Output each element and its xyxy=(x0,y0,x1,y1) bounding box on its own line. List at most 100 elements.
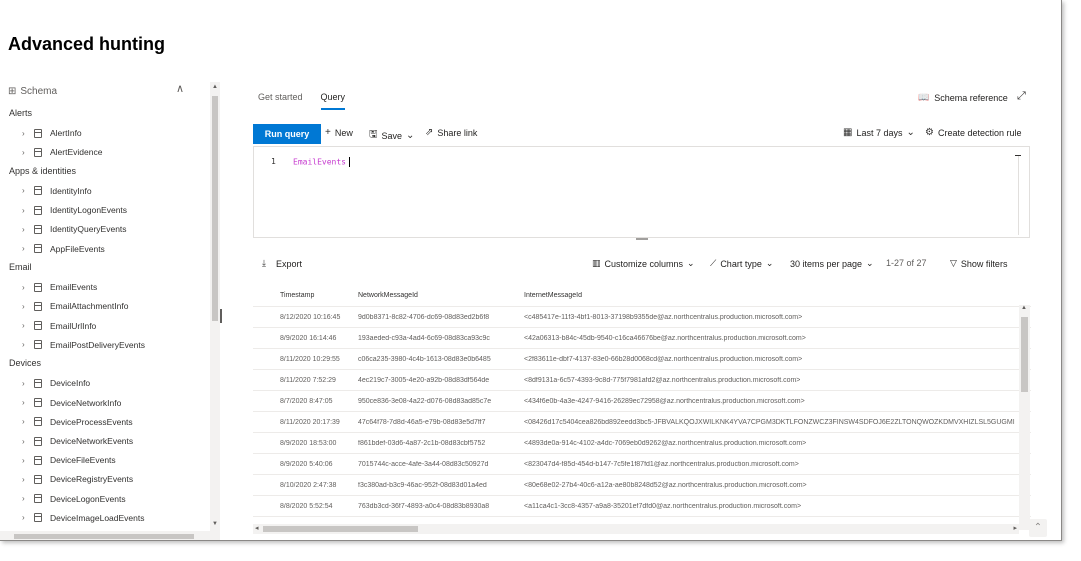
sidebar-scrollbar[interactable]: ▲ ▼ xyxy=(210,82,220,540)
cell-timestamp: 8/10/2020 2:47:38 xyxy=(280,481,337,489)
schema-group-label: Apps & identities xyxy=(9,165,77,176)
schema-table-name: DeviceFileEvents xyxy=(50,455,116,466)
scrollbar-thumb[interactable] xyxy=(1021,317,1028,392)
schema-table-item[interactable]: › DeviceRegistryEvents xyxy=(0,470,210,489)
time-range-dropdown[interactable]: ▦ Last 7 days ⌄ xyxy=(843,127,915,138)
schema-table-item[interactable]: › DeviceFileEvents xyxy=(0,451,210,470)
schema-table-item[interactable]: › DeviceImageLoadEvents xyxy=(0,508,210,527)
grid-horizontal-scrollbar[interactable]: ◂ ▸ xyxy=(253,524,1019,534)
table-row[interactable]: 8/7/2020 8:47:05 950ce836-3e08-4a22-d076-… xyxy=(253,391,1031,412)
scroll-up-icon[interactable]: ▲ xyxy=(1021,305,1027,311)
chevron-right-icon[interactable]: › xyxy=(22,186,32,195)
scroll-left-icon[interactable]: ◂ xyxy=(255,524,259,532)
chevron-right-icon[interactable]: › xyxy=(22,437,32,446)
chevron-up-icon[interactable]: ∧ xyxy=(176,82,184,95)
schema-table-item[interactable]: › IdentityLogonEvents xyxy=(0,201,210,220)
pane-splitter[interactable] xyxy=(220,309,222,323)
scroll-up-icon[interactable]: ▲ xyxy=(212,84,218,90)
scroll-right-icon[interactable]: ▸ xyxy=(1013,524,1017,532)
chevron-down-icon: ⌄ xyxy=(687,258,695,268)
run-query-button[interactable]: Run query xyxy=(253,124,321,144)
tab-query[interactable]: Query xyxy=(320,92,346,110)
items-per-page-dropdown[interactable]: 30 items per page ⌄ xyxy=(790,258,874,269)
chevron-down-icon: ⌄ xyxy=(866,258,874,268)
chevron-right-icon[interactable]: › xyxy=(22,456,32,465)
table-row[interactable]: 8/12/2020 10:16:45 9d0b8371-8c82-4706-dc6… xyxy=(253,307,1031,328)
schema-table-item[interactable]: › DeviceNetworkEvents xyxy=(0,431,210,450)
chevron-right-icon[interactable]: › xyxy=(22,398,32,407)
schema-reference-button[interactable]: 📖 Schema reference xyxy=(918,92,1008,103)
schema-table-item[interactable]: › DeviceNetworkInfo xyxy=(0,393,210,412)
create-detection-rule-button[interactable]: ⚙ Create detection rule xyxy=(925,127,1022,138)
table-row[interactable]: 8/8/2020 5:52:54 763db3cd-36f7-4893-a0c4-… xyxy=(253,496,1031,517)
scroll-down-icon[interactable]: ▼ xyxy=(212,521,218,527)
editor-scrollbar[interactable] xyxy=(1015,155,1021,235)
chevron-right-icon[interactable]: › xyxy=(22,148,32,157)
schema-table-item[interactable]: › IdentityInfo xyxy=(0,181,210,200)
export-button[interactable]: ⤓ Export xyxy=(262,258,302,269)
schema-table-item[interactable]: › DeviceLogonEvents xyxy=(0,489,210,508)
cell-network-message-id: f3c380ad-b3c9-46ac-952f-08d83d01a4ed xyxy=(358,481,487,489)
show-filters-button[interactable]: ▽ Show filters xyxy=(950,258,1007,269)
chevron-right-icon[interactable]: › xyxy=(22,379,32,388)
create-rule-label: Create detection rule xyxy=(937,127,1022,138)
chevron-right-icon[interactable]: › xyxy=(22,283,32,292)
column-header-internet-message-id[interactable]: InternetMessageId xyxy=(517,292,1031,299)
chevron-right-icon[interactable]: › xyxy=(22,417,32,426)
schema-table-item[interactable]: › AppFileEvents xyxy=(0,239,210,258)
table-row[interactable]: 8/11/2020 20:17:39 47c64f78-7d8d-46a5-e79… xyxy=(253,412,1031,433)
table-row[interactable]: 8/11/2020 10:29:55 c06ca235-3980-4c4b-161… xyxy=(253,349,1031,370)
share-link-button[interactable]: ⇗ Share link xyxy=(425,127,477,138)
chevron-right-icon[interactable]: › xyxy=(22,475,32,484)
chart-type-dropdown[interactable]: ⟋ Chart type ⌄ xyxy=(710,258,773,269)
schema-table-item[interactable]: › EmailUrlInfo xyxy=(0,316,210,335)
chevron-right-icon[interactable]: › xyxy=(22,225,32,234)
chevron-right-icon[interactable]: › xyxy=(22,494,32,503)
column-header-network-message-id[interactable]: NetworkMessageId xyxy=(358,292,517,299)
scrollbar-thumb[interactable] xyxy=(212,96,218,321)
grid-vertical-scrollbar[interactable]: ▲ xyxy=(1019,305,1030,530)
editor-resize-handle[interactable] xyxy=(636,238,648,240)
schema-table-item[interactable]: › EmailPostDeliveryEvents xyxy=(0,335,210,354)
table-row[interactable]: 8/11/2020 7:52:29 4ec219c7-3005-4e20-a92b… xyxy=(253,370,1031,391)
chevron-right-icon[interactable]: › xyxy=(22,321,32,330)
tab-get-started[interactable]: Get started xyxy=(258,92,303,110)
cell-network-message-id: 9d0b8371-8c82-4706-dc69-08d83ed2b6f8 xyxy=(358,313,490,321)
save-button[interactable]: 🖫 Save ⌄ xyxy=(369,127,414,144)
column-header-timestamp[interactable]: Timestamp xyxy=(253,292,358,299)
schema-table-item[interactable]: › DeviceProcessEvents xyxy=(0,412,210,431)
schema-table-item[interactable]: › EmailEvents xyxy=(0,278,210,297)
schema-table-item[interactable]: › IdentityQueryEvents xyxy=(0,220,210,239)
chevron-right-icon[interactable]: › xyxy=(22,206,32,215)
chevron-right-icon[interactable]: › xyxy=(22,513,32,522)
schema-table-item[interactable]: › AlertInfo xyxy=(0,124,210,143)
scroll-to-top-icon[interactable]: ⌃ xyxy=(1029,519,1047,537)
cell-internet-message-id: <434f6e0b-4a3e-4247-9416-26289ec72958@az… xyxy=(524,397,805,405)
table-icon xyxy=(34,301,42,311)
table-row[interactable]: 8/9/2020 16:14:46 193aeded-c93a-4ad4-6c69… xyxy=(253,328,1031,349)
schema-table-item[interactable]: › EmailAttachmentInfo xyxy=(0,297,210,316)
table-row[interactable]: 8/10/2020 2:47:38 f3c380ad-b3c9-46ac-952f… xyxy=(253,475,1031,496)
table-row[interactable]: 8/9/2020 5:40:06 7015744c-acce-4afe-3a44-… xyxy=(253,454,1031,475)
schema-table-item[interactable]: › DeviceInfo xyxy=(0,374,210,393)
table-row[interactable]: 8/9/2020 18:53:00 f861bdef-03d6-4a87-2c1b… xyxy=(253,433,1031,454)
sidebar-horizontal-scrollbar[interactable] xyxy=(0,531,210,540)
query-editor[interactable]: 1 EmailEvents xyxy=(253,146,1030,238)
schema-header[interactable]: ⊞ Schema xyxy=(8,86,57,97)
expand-icon[interactable]: ⤢ xyxy=(1017,90,1026,103)
download-icon: ⤓ xyxy=(262,258,266,268)
chevron-right-icon[interactable]: › xyxy=(22,302,32,311)
cell-network-message-id: 4ec219c7-3005-4e20-a92b-08d83df564de xyxy=(358,376,490,384)
query-text[interactable]: EmailEvents xyxy=(293,157,350,167)
new-query-button[interactable]: + New xyxy=(325,127,353,138)
customize-columns-button[interactable]: ▥ Customize columns ⌄ xyxy=(592,258,695,269)
chevron-right-icon[interactable]: › xyxy=(22,244,32,253)
scrollbar-thumb[interactable] xyxy=(14,534,194,539)
table-icon xyxy=(34,205,42,215)
chevron-right-icon[interactable]: › xyxy=(22,340,32,349)
chevron-right-icon[interactable]: › xyxy=(22,129,32,138)
schema-table-item[interactable]: › AlertEvidence xyxy=(0,143,210,162)
scrollbar-thumb[interactable] xyxy=(263,526,418,532)
line-number: 1 xyxy=(271,157,276,166)
cell-timestamp: 8/12/2020 10:16:45 xyxy=(280,313,341,321)
